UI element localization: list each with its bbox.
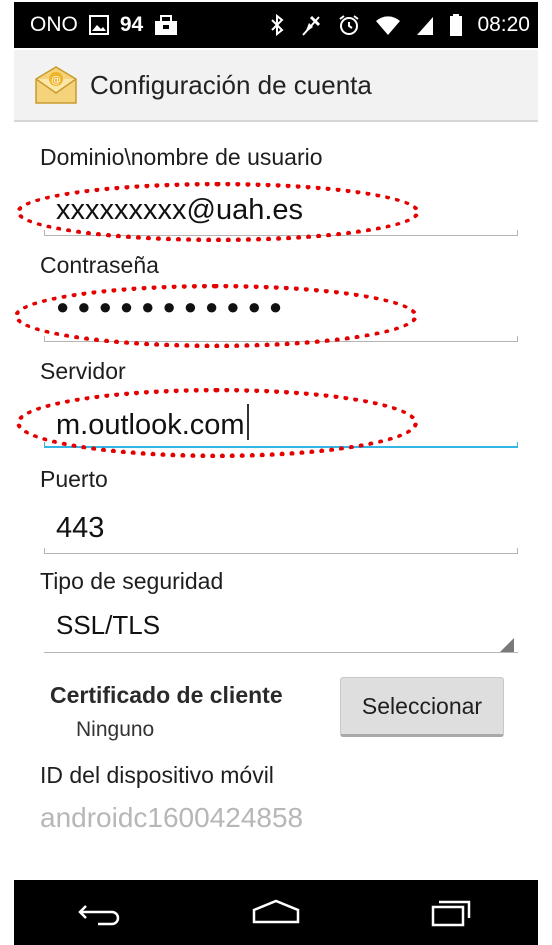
port-underline	[44, 548, 518, 554]
recents-button[interactable]	[411, 888, 491, 938]
username-underline	[44, 230, 518, 236]
device-id-label: ID del dispositivo móvil	[40, 762, 274, 788]
briefcase-icon	[155, 15, 178, 35]
back-icon	[78, 904, 120, 925]
port-field[interactable]: 443	[56, 512, 104, 545]
password-underline	[44, 336, 518, 342]
battery-icon	[450, 14, 463, 36]
home-button[interactable]	[236, 888, 316, 938]
alarm-icon	[339, 15, 360, 35]
back-button[interactable]	[61, 888, 141, 938]
server-field[interactable]: m.outlook.com	[56, 404, 249, 442]
client-certificate-label: Certificado de cliente	[50, 682, 283, 708]
device-id-value: androidc1600424858	[40, 802, 304, 833]
security-type-spinner[interactable]: SSL/TLS	[44, 600, 518, 653]
page-title: Configuración de cuenta	[90, 69, 372, 100]
clock: 08:20	[477, 13, 530, 36]
account-settings-form: Dominio\nombre de usuario xxxxxxxxx@uah.…	[14, 122, 538, 880]
wifi-icon	[376, 16, 401, 35]
port-label: Puerto	[40, 466, 108, 492]
navigation-bar	[14, 880, 538, 945]
server-label: Servidor	[40, 358, 126, 384]
security-type-label: Tipo de seguridad	[40, 568, 224, 594]
recents-icon	[431, 900, 470, 926]
security-type-value: SSL/TLS	[56, 610, 161, 640]
status-bar-inner: ONO 94 08:20	[14, 2, 538, 48]
mute-icon	[302, 15, 321, 36]
password-label: Contraseña	[40, 252, 159, 278]
dropdown-triangle-icon	[500, 638, 514, 652]
status-bar: ONO 94 08:20	[0, 0, 552, 50]
bluetooth-icon	[271, 13, 284, 37]
svg-text:@: @	[51, 75, 61, 86]
action-bar: @ Configuración de cuenta	[14, 50, 538, 122]
email-app-icon[interactable]: @	[34, 65, 78, 105]
server-underline-focused	[44, 442, 518, 448]
carrier-label: ONO	[30, 13, 78, 36]
server-value: m.outlook.com	[56, 409, 245, 441]
text-cursor	[246, 404, 249, 440]
password-field[interactable]: ●●●●●●●●●●●	[56, 294, 290, 320]
signal-icon	[417, 17, 434, 35]
gallery-icon	[88, 15, 109, 35]
username-field[interactable]: xxxxxxxxx@uah.es	[56, 194, 303, 227]
home-icon	[252, 899, 300, 923]
username-label: Dominio\nombre de usuario	[40, 144, 323, 170]
notification-count: 94	[119, 13, 144, 36]
select-certificate-button[interactable]: Seleccionar	[340, 677, 504, 737]
client-certificate-value: Ninguno	[76, 718, 155, 741]
